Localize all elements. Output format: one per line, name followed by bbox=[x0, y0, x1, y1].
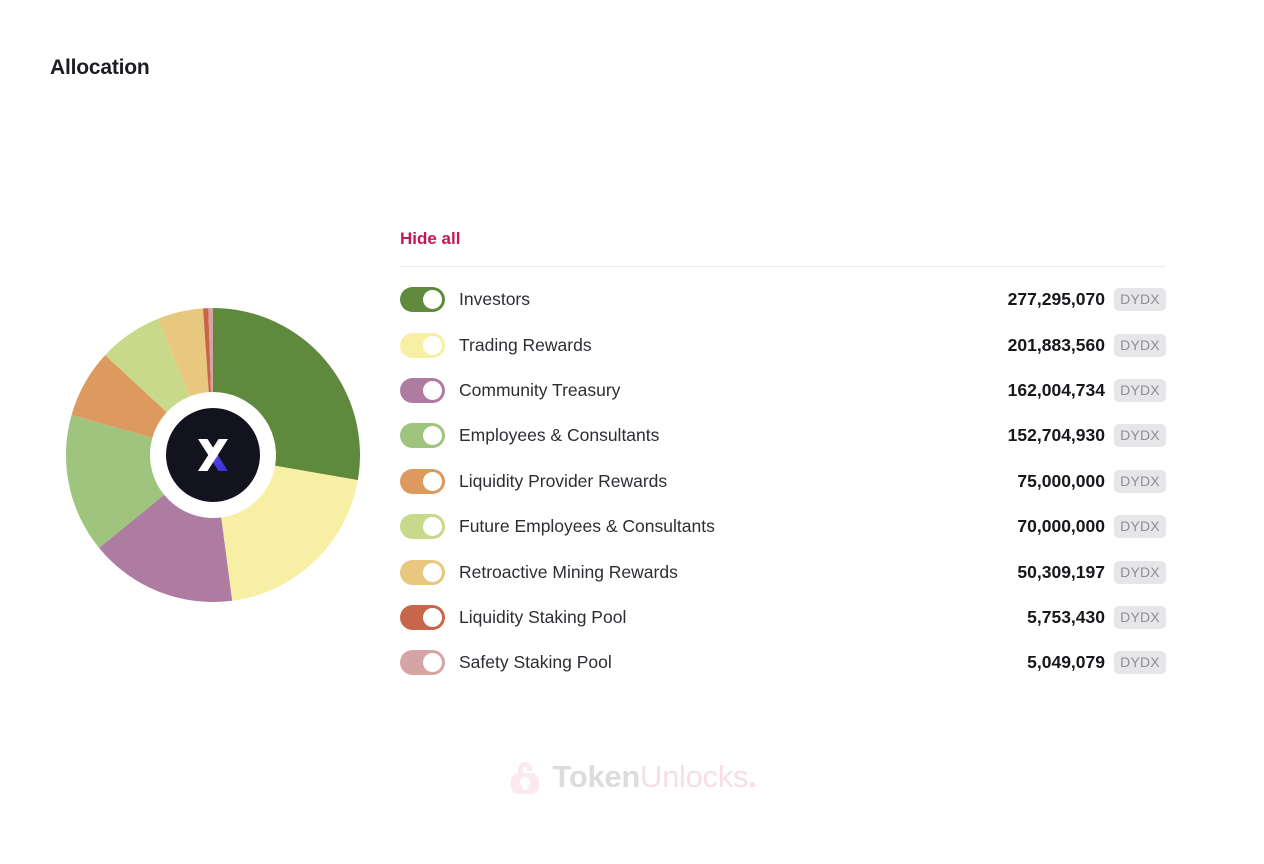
legend-toggle[interactable] bbox=[400, 559, 445, 585]
legend-label: Investors bbox=[459, 289, 530, 310]
watermark-unlocks: Unlocks bbox=[640, 759, 749, 794]
legend-row[interactable]: Future Employees & Consultants 70,000,000… bbox=[400, 504, 1166, 549]
legend-toggle[interactable] bbox=[400, 287, 445, 313]
legend-divider bbox=[400, 266, 1166, 267]
allocation-donut-chart[interactable] bbox=[66, 308, 360, 602]
legend-unit-badge: DYDX bbox=[1114, 515, 1166, 539]
legend-value: 152,704,930 bbox=[1007, 425, 1105, 446]
hide-all-button[interactable]: Hide all bbox=[400, 228, 460, 250]
legend-toggle[interactable] bbox=[400, 604, 445, 630]
page-title: Allocation bbox=[50, 56, 150, 79]
legend-unit-badge: DYDX bbox=[1114, 288, 1166, 312]
allocation-page: Allocation Hide all Investors 277,295,07… bbox=[0, 0, 1264, 864]
legend-unit-badge: DYDX bbox=[1114, 560, 1166, 584]
legend-value: 5,753,430 bbox=[1027, 606, 1105, 627]
legend-row[interactable]: Employees & Consultants 152,704,930 DYDX bbox=[400, 413, 1166, 458]
legend-value: 5,049,079 bbox=[1027, 652, 1105, 673]
legend-value: 50,309,197 bbox=[1017, 561, 1105, 582]
legend-toggle[interactable] bbox=[400, 377, 445, 403]
legend-unit-badge: DYDX bbox=[1114, 469, 1166, 493]
legend-toggle[interactable] bbox=[400, 332, 445, 358]
legend-row[interactable]: Liquidity Staking Pool 5,753,430 DYDX bbox=[400, 595, 1166, 640]
legend-unit-badge: DYDX bbox=[1114, 378, 1166, 402]
legend-value: 70,000,000 bbox=[1017, 516, 1105, 537]
legend-value: 201,883,560 bbox=[1007, 334, 1105, 355]
legend-label: Employees & Consultants bbox=[459, 425, 660, 446]
legend-label: Community Treasury bbox=[459, 379, 621, 400]
dydx-logo-icon bbox=[166, 408, 260, 502]
legend-unit-badge: DYDX bbox=[1114, 333, 1166, 357]
legend-unit-badge: DYDX bbox=[1114, 424, 1166, 448]
legend-unit-badge: DYDX bbox=[1114, 605, 1166, 629]
legend-row[interactable]: Retroactive Mining Rewards 50,309,197 DYDX bbox=[400, 549, 1166, 594]
legend-toggle[interactable] bbox=[400, 423, 445, 449]
legend-label: Liquidity Provider Rewards bbox=[459, 470, 668, 491]
legend-value: 75,000,000 bbox=[1017, 470, 1105, 491]
legend-toggle[interactable] bbox=[400, 468, 445, 494]
legend-label: Liquidity Staking Pool bbox=[459, 606, 627, 627]
legend-label: Future Employees & Consultants bbox=[459, 516, 715, 537]
legend-row[interactable]: Community Treasury 162,004,734 DYDX bbox=[400, 368, 1166, 413]
legend-value: 277,295,070 bbox=[1007, 289, 1105, 310]
legend-label: Trading Rewards bbox=[459, 334, 592, 355]
legend-row[interactable]: Safety Staking Pool 5,049,079 DYDX bbox=[400, 640, 1166, 685]
legend-row[interactable]: Liquidity Provider Rewards 75,000,000 DYDX bbox=[400, 459, 1166, 504]
watermark-dot: . bbox=[748, 759, 757, 794]
legend-row[interactable]: Investors 277,295,070 DYDX bbox=[400, 277, 1166, 322]
legend-unit-badge: DYDX bbox=[1114, 651, 1166, 675]
legend-toggle[interactable] bbox=[400, 514, 445, 540]
chart-center-logo bbox=[159, 401, 267, 509]
legend-value: 162,004,734 bbox=[1007, 379, 1105, 400]
legend-rows: Investors 277,295,070 DYDX Trading Rewards 2… bbox=[400, 277, 1166, 686]
watermark-text: TokenUnlocks. bbox=[553, 759, 757, 795]
tokenunlocks-watermark: TokenUnlocks. bbox=[0, 758, 1264, 796]
watermark-token: Token bbox=[552, 759, 641, 794]
legend-label: Safety Staking Pool bbox=[459, 652, 612, 673]
legend-toggle[interactable] bbox=[400, 650, 445, 676]
legend-label: Retroactive Mining Rewards bbox=[459, 561, 678, 582]
allocation-legend: Hide all Investors 277,295,070 DYDX Trading… bbox=[400, 228, 1166, 686]
lock-icon bbox=[510, 762, 539, 794]
legend-row[interactable]: Trading Rewards 201,883,560 DYDX bbox=[400, 322, 1166, 367]
